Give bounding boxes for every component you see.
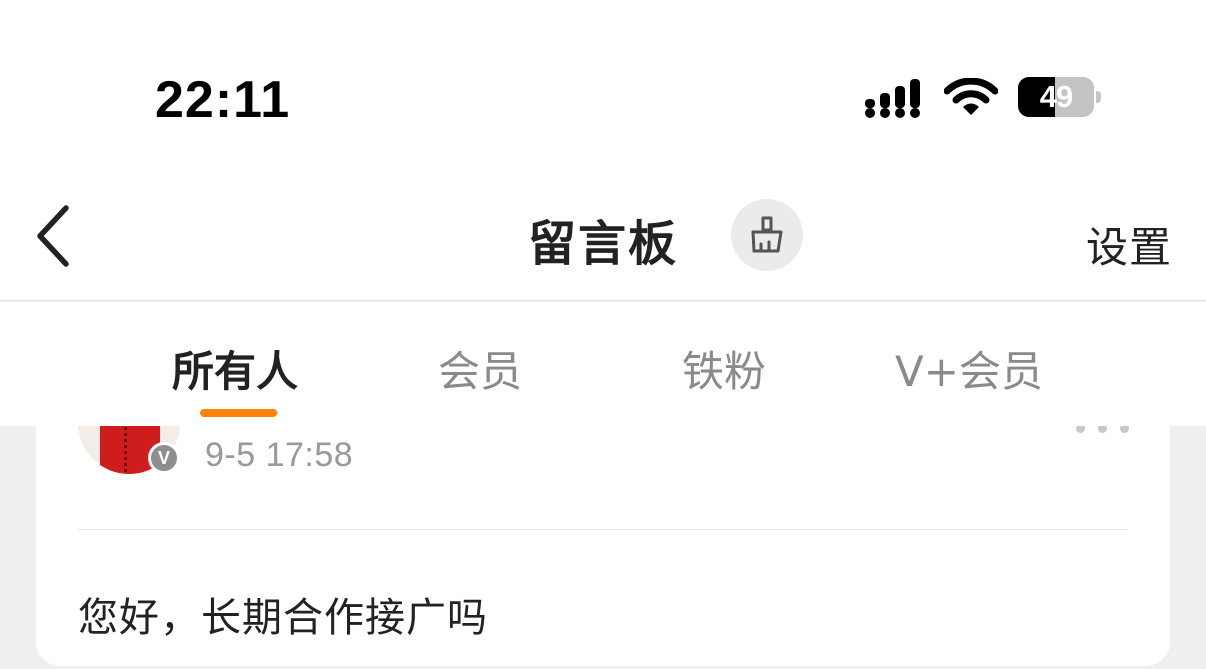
battery-cap <box>1096 91 1101 103</box>
message-board-screen: 22:11 49 留言板 设置 所有人 会员 铁粉 V+会员 V 9-5 17:… <box>0 0 1206 669</box>
active-tab-indicator <box>200 409 277 417</box>
tab-vplus-members[interactable]: V+会员 <box>895 338 1043 396</box>
tab-everyone[interactable]: 所有人 <box>172 338 298 396</box>
nav-bar: 留言板 设置 <box>0 180 1206 301</box>
message-timestamp: 9-5 17:58 <box>205 436 354 474</box>
verified-badge: V <box>148 442 180 474</box>
chevron-left-icon <box>37 205 69 267</box>
settings-button[interactable]: 设置 <box>1086 214 1172 275</box>
status-time: 22:11 <box>155 71 291 129</box>
divider <box>78 529 1128 530</box>
status-bar: 22:11 49 <box>0 0 1206 180</box>
tab-iron-fans[interactable]: 铁粉 <box>682 338 766 396</box>
tab-bar: 所有人 会员 铁粉 V+会员 <box>0 302 1206 426</box>
message-list: V 9-5 17:58 您好，长期合作接广吗 <box>0 426 1206 669</box>
message-text: 您好，长期合作接广吗 <box>78 595 488 641</box>
tab-members[interactable]: 会员 <box>438 338 522 396</box>
clean-button[interactable] <box>731 199 803 271</box>
battery-level: 49 <box>1039 79 1073 114</box>
wifi-icon <box>944 78 998 115</box>
broom-icon <box>751 216 783 253</box>
battery-icon: 49 <box>1018 77 1094 117</box>
message-card: V 9-5 17:58 您好，长期合作接广吗 <box>36 426 1170 666</box>
back-button[interactable] <box>28 202 82 270</box>
signal-icon <box>865 79 920 118</box>
page-title: 留言板 <box>528 216 679 272</box>
more-dots-icon[interactable] <box>1076 426 1134 434</box>
